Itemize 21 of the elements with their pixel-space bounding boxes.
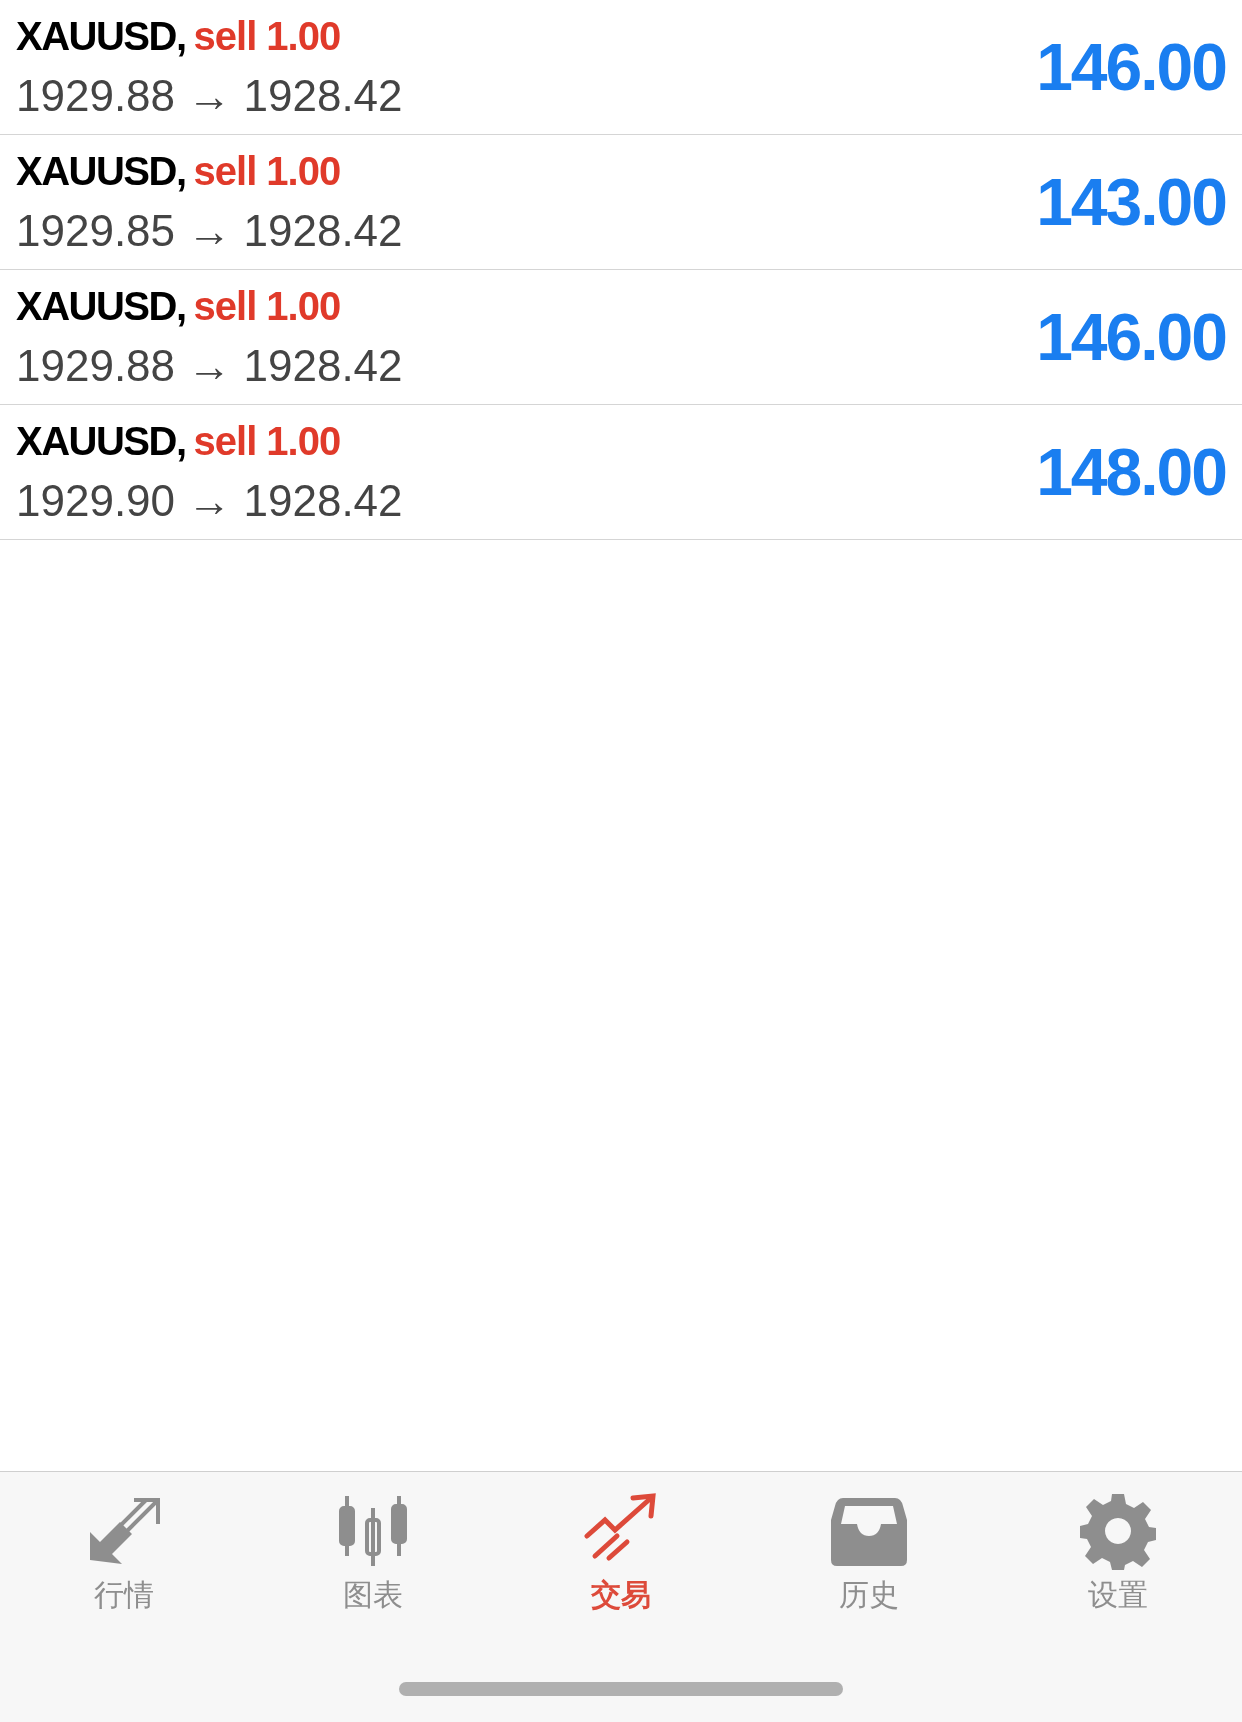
symbol-label: XAUUSD, (16, 16, 186, 56)
tab-item[interactable]: 交易 (540, 1490, 701, 1610)
order-label: sell 1.00 (193, 286, 341, 326)
tab-item[interactable]: 设置 (1037, 1490, 1198, 1610)
tab-item[interactable]: 历史 (789, 1490, 950, 1610)
tab-item[interactable]: 图表 (292, 1490, 453, 1610)
price-change: 1929.85 → 1928.42 (16, 209, 403, 253)
symbol-label: XAUUSD, (16, 151, 186, 191)
symbol-label: XAUUSD, (16, 286, 186, 326)
symbol-label: XAUUSD, (16, 421, 186, 461)
price-change: 1929.88 → 1928.42 (16, 344, 403, 388)
profit-value: 146.00 (1036, 304, 1226, 370)
price-change: 1929.88 → 1928.42 (16, 74, 403, 118)
profit-value: 146.00 (1036, 34, 1226, 100)
order-label: sell 1.00 (193, 421, 341, 461)
profit-value: 143.00 (1036, 169, 1226, 235)
order-label: sell 1.00 (193, 16, 341, 56)
tab-item[interactable]: 行情 (44, 1490, 205, 1610)
price-change: 1929.90 → 1928.42 (16, 479, 403, 523)
order-label: sell 1.00 (193, 151, 341, 191)
profit-value: 148.00 (1036, 439, 1226, 505)
